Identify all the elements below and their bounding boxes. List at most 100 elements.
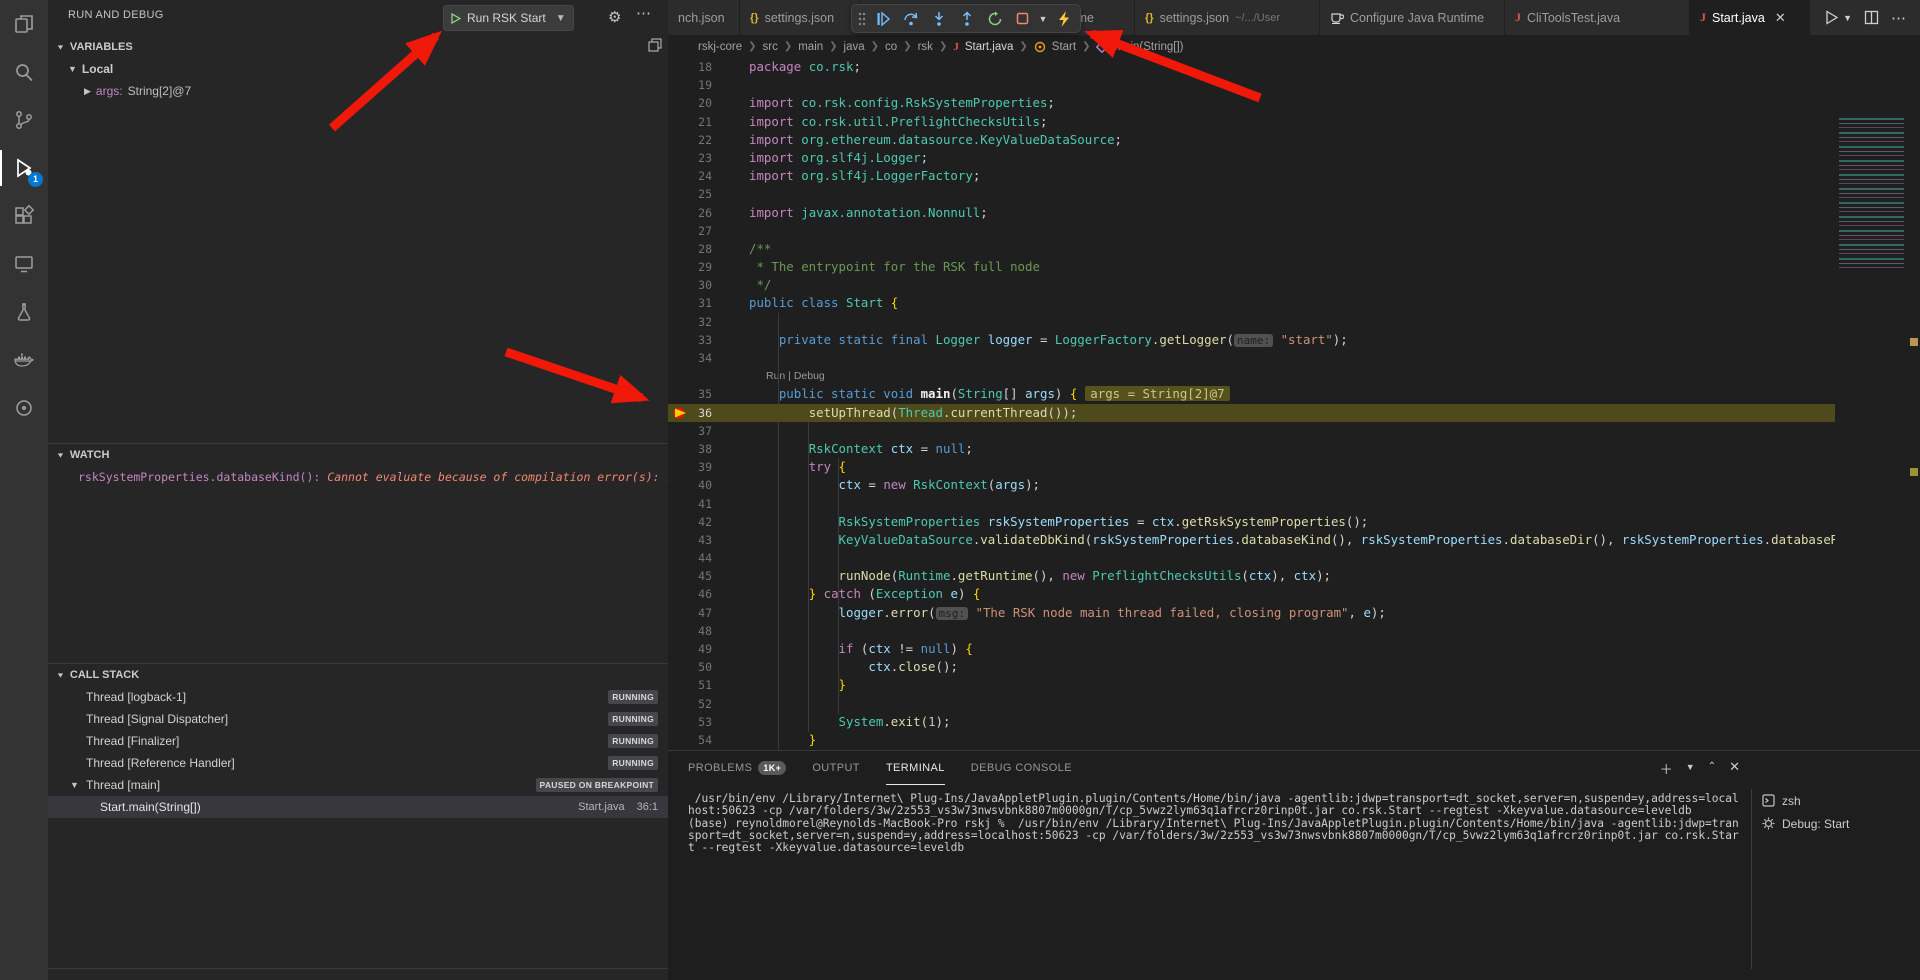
breakpoint-gutter[interactable]	[668, 385, 692, 403]
breakpoint-gutter[interactable]	[668, 567, 692, 585]
source-control-icon[interactable]	[0, 96, 48, 144]
breakpoint-gutter[interactable]	[668, 658, 692, 676]
stop-icon[interactable]	[1010, 6, 1035, 32]
breakpoint-gutter[interactable]	[668, 458, 692, 476]
chevron-down-icon[interactable]: ▼	[1686, 759, 1695, 778]
breadcrumb-member[interactable]: main(String[])	[1114, 41, 1183, 53]
tab-launch-json-partial[interactable]: nch.json	[668, 0, 740, 35]
call-stack-header[interactable]: ▼CALL STACK	[48, 664, 668, 686]
codelens-run-debug[interactable]: Run | Debug	[668, 367, 1920, 385]
panel-tab-problems[interactable]: PROBLEMS1K+	[688, 751, 786, 785]
breadcrumb-item[interactable]: rsk	[918, 41, 933, 53]
launch-config-dropdown[interactable]: Run RSK Start ▼	[443, 5, 574, 31]
explorer-icon[interactable]	[0, 0, 48, 48]
step-into-icon[interactable]	[927, 6, 952, 32]
breakpoint-gutter[interactable]	[668, 604, 692, 622]
more-actions-icon[interactable]: ⋯	[636, 4, 652, 22]
gear-icon[interactable]: ⚙	[608, 8, 621, 26]
breakpoint-gutter[interactable]	[668, 731, 692, 749]
breakpoint-gutter[interactable]	[668, 58, 692, 76]
watch-header[interactable]: ▼WATCH	[48, 444, 668, 466]
tab-configure-java-runtime[interactable]: Configure Java Runtime	[1320, 0, 1505, 35]
stack-frame-selected[interactable]: Start.main(String[]) Start.java 36:1	[48, 796, 668, 818]
variables-header[interactable]: ▼VARIABLES	[48, 36, 668, 58]
breakpoint-gutter[interactable]	[668, 204, 692, 222]
docker-icon[interactable]	[0, 336, 48, 384]
panel-tab-output[interactable]: OUTPUT	[812, 751, 860, 785]
breakpoint-gutter[interactable]	[668, 622, 692, 640]
breakpoint-gutter[interactable]	[668, 276, 692, 294]
chevron-down-icon[interactable]: ▼	[1843, 13, 1852, 23]
restart-icon[interactable]	[982, 6, 1007, 32]
new-terminal-icon[interactable]: ＋	[1660, 759, 1673, 778]
breakpoint-gutter[interactable]	[668, 585, 692, 603]
breakpoint-gutter[interactable]	[668, 676, 692, 694]
breakpoint-gutter[interactable]	[668, 349, 692, 367]
breakpoint-gutter[interactable]	[668, 294, 692, 312]
panel-tab-terminal[interactable]: TERMINAL	[886, 751, 945, 785]
scope-local[interactable]: ▼Local	[48, 58, 668, 80]
call-stack-thread[interactable]: Thread [Finalizer]RUNNING	[48, 730, 668, 752]
call-stack-thread[interactable]: ▼Thread [main]PAUSED ON BREAKPOINT	[48, 774, 668, 796]
testing-icon[interactable]	[0, 288, 48, 336]
breakpoint-gutter[interactable]	[668, 713, 692, 731]
chevron-down-icon[interactable]: ▼	[1038, 14, 1048, 24]
breakpoint-gutter[interactable]	[668, 185, 692, 203]
terminal-output[interactable]: /usr/bin/env /Library/Internet\ Plug-Ins…	[688, 793, 1738, 854]
drag-handle-icon[interactable]	[856, 12, 868, 26]
breakpoint-gutter[interactable]	[668, 76, 692, 94]
breakpoint-gutter[interactable]	[668, 476, 692, 494]
breadcrumb-symbol[interactable]: Start	[1052, 41, 1076, 53]
breadcrumb-item[interactable]: src	[762, 41, 777, 53]
breakpoint-gutter[interactable]	[668, 94, 692, 112]
remote-explorer-icon[interactable]	[0, 240, 48, 288]
search-icon[interactable]	[0, 48, 48, 96]
breakpoint-gutter[interactable]	[668, 513, 692, 531]
breadcrumb-file[interactable]: Start.java	[965, 41, 1014, 53]
breakpoint-gutter[interactable]	[668, 495, 692, 513]
breakpoint-gutter[interactable]	[668, 640, 692, 658]
breakpoint-gutter[interactable]	[668, 404, 692, 422]
breakpoint-gutter[interactable]	[668, 131, 692, 149]
breadcrumb-item[interactable]: rskj-core	[698, 41, 742, 53]
breadcrumb-item[interactable]: co	[885, 41, 897, 53]
extension-misc-icon[interactable]	[0, 384, 48, 432]
tab-settings-json[interactable]: {}settings.json	[740, 0, 861, 35]
breakpoint-gutter[interactable]	[668, 440, 692, 458]
breakpoint-gutter[interactable]	[668, 222, 692, 240]
close-panel-icon[interactable]: ✕	[1729, 759, 1740, 778]
continue-icon[interactable]	[871, 6, 896, 32]
breakpoint-gutter[interactable]	[668, 240, 692, 258]
variable-args[interactable]: ▶ args: String[2]@7	[48, 80, 668, 102]
more-actions-icon[interactable]: ⋯	[1891, 9, 1906, 27]
minimap[interactable]	[1835, 116, 1908, 750]
breadcrumb-item[interactable]: main	[798, 41, 823, 53]
maximize-panel-icon[interactable]: ⌃	[1708, 759, 1716, 778]
watch-expression[interactable]: rskSystemProperties.databaseKind(): Cann…	[48, 466, 668, 488]
breakpoint-gutter[interactable]	[668, 149, 692, 167]
split-editor-icon[interactable]	[1864, 10, 1879, 25]
breakpoint-gutter[interactable]	[668, 549, 692, 567]
tab-settings-json-user[interactable]: {}settings.json~/.../User	[1135, 0, 1320, 35]
close-icon[interactable]: ✕	[1775, 10, 1786, 26]
tab-start-java[interactable]: JStart.java✕	[1690, 0, 1810, 35]
call-stack-thread[interactable]: Thread [Signal Dispatcher]RUNNING	[48, 708, 668, 730]
run-java-icon[interactable]	[1824, 10, 1839, 25]
call-stack-thread[interactable]: Thread [logback-1]RUNNING	[48, 686, 668, 708]
breakpoint-gutter[interactable]	[668, 331, 692, 349]
run-debug-icon[interactable]: 1	[0, 144, 48, 192]
step-over-icon[interactable]	[899, 6, 924, 32]
breadcrumb-item[interactable]: java	[844, 41, 865, 53]
hot-code-replace-bolt-icon[interactable]	[1051, 6, 1076, 32]
code-editor[interactable]: 18package co.rsk;1920import co.rsk.confi…	[668, 58, 1920, 750]
breakpoint-gutter[interactable]	[668, 313, 692, 331]
call-stack-thread[interactable]: Thread [Reference Handler]RUNNING	[48, 752, 668, 774]
breakpoint-gutter[interactable]	[668, 695, 692, 713]
extensions-icon[interactable]	[0, 192, 48, 240]
breakpoint-gutter[interactable]	[668, 258, 692, 276]
breakpoint-gutter[interactable]	[668, 167, 692, 185]
tab-clitoolstest-java[interactable]: JCliToolsTest.java	[1505, 0, 1690, 35]
breakpoint-gutter[interactable]	[668, 422, 692, 440]
terminal-list-item[interactable]: Debug: Start	[1752, 812, 1920, 835]
step-out-icon[interactable]	[954, 6, 979, 32]
